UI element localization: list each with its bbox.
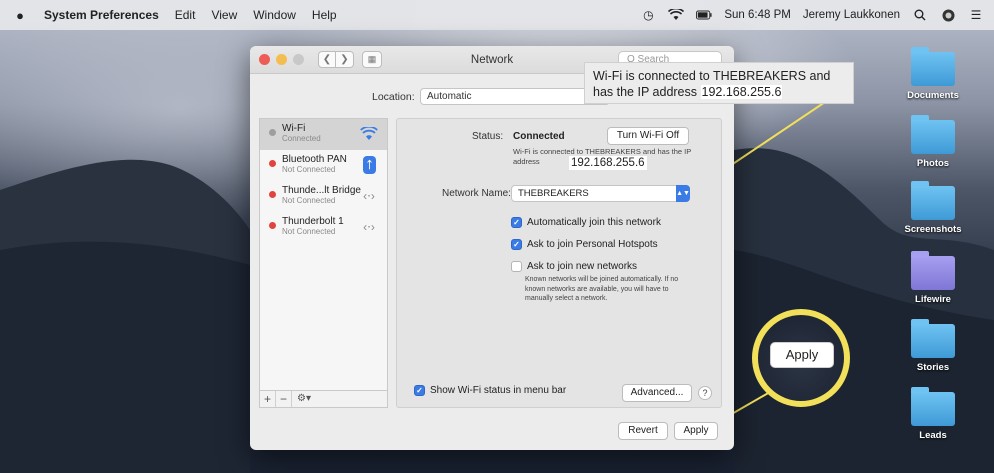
wifi-detail-pane: Status: Connected Turn Wi-Fi Off Wi-Fi i…	[396, 118, 722, 408]
close-button[interactable]	[259, 54, 270, 65]
service-item-thunderbolt-1[interactable]: Thunderbolt 1 Not Connected ‹⋅›	[260, 212, 387, 243]
ask-hotspots-checkbox[interactable]: ✓ Ask to join Personal Hotspots	[511, 239, 658, 250]
service-item-thunderbolt-bridge[interactable]: Thunde...lt Bridge Not Connected ‹⋅›	[260, 181, 387, 212]
window-controls	[259, 54, 304, 65]
menu-user[interactable]: Jeremy Laukkonen	[803, 9, 900, 21]
status-value: Connected	[513, 131, 565, 142]
status-callout-zoom: Wi-Fi is connected to THEBREAKERS and ha…	[584, 62, 854, 104]
back-chevron-icon[interactable]: ❮	[318, 51, 336, 68]
menu-clock[interactable]: Sun 6:48 PM	[724, 9, 790, 21]
remove-service-button[interactable]: −	[276, 391, 292, 407]
checkmark-icon: ✓	[414, 385, 425, 396]
folder-icon	[911, 115, 955, 154]
status-label: Status:	[472, 131, 504, 142]
ask-new-hint: Known networks will be joined automatica…	[525, 276, 679, 302]
service-item-wifi[interactable]: Wi-Fi Connected	[260, 119, 387, 150]
desktop-folder-photos[interactable]: Photos	[898, 115, 968, 169]
apply-button[interactable]: Apply	[674, 422, 718, 440]
network-name-label: Network Name:	[442, 188, 511, 199]
menu-edit[interactable]: Edit	[175, 8, 196, 22]
wifi-icon[interactable]	[668, 8, 685, 22]
desktop-folder-screenshots[interactable]: Screenshots	[898, 181, 968, 235]
turn-wifi-off-button[interactable]: Turn Wi-Fi Off	[607, 127, 689, 145]
show-all-grid-icon[interactable]: ▦	[362, 51, 382, 68]
ip-address: 192.168.255.6	[569, 156, 647, 170]
time-machine-icon[interactable]: ◷	[640, 8, 656, 22]
nav-buttons: ❮ ❯	[318, 51, 354, 68]
add-service-button[interactable]: +	[260, 391, 276, 407]
bluetooth-icon: ᛏ	[363, 156, 376, 174]
folder-icon	[911, 47, 955, 86]
apply-callout-zoom: Apply	[752, 309, 850, 407]
desktop-folder-lifewire[interactable]: Lifewire	[898, 251, 968, 305]
status-dot	[269, 222, 276, 229]
status-dot	[269, 160, 276, 167]
menu-window[interactable]: Window	[253, 8, 296, 22]
folder-icon	[911, 181, 955, 220]
show-wifi-status-checkbox[interactable]: ✓ Show Wi-Fi status in menu bar	[414, 385, 566, 396]
network-preferences-window: ❮ ❯ ▦ Network Q Search Location: Automat…	[250, 46, 734, 450]
action-gear-icon[interactable]: ⚙▾	[292, 391, 316, 407]
advanced-button[interactable]: Advanced...	[622, 384, 692, 402]
location-select[interactable]: Automatic	[420, 88, 610, 105]
callout-ip-address: 192.168.255.6	[700, 85, 783, 99]
minimize-button[interactable]	[276, 54, 287, 65]
checkmark-icon: ✓	[511, 217, 522, 228]
apply-button-zoom: Apply	[770, 342, 834, 368]
thunderbolt-arrows-icon: ‹⋅›	[363, 189, 375, 203]
revert-button[interactable]: Revert	[618, 422, 668, 440]
status-dot	[269, 129, 276, 136]
location-label: Location:	[372, 91, 415, 103]
desktop-folder-stories[interactable]: Stories	[898, 319, 968, 373]
service-item-bluetooth-pan[interactable]: Bluetooth PAN Not Connected ᛏ	[260, 150, 387, 181]
folder-icon	[911, 387, 955, 426]
battery-icon[interactable]	[696, 8, 712, 22]
thunderbolt-arrows-icon: ‹⋅›	[363, 220, 375, 234]
status-menus: ◷ Sun 6:48 PM Jeremy Laukkonen ☰	[640, 0, 984, 30]
help-button[interactable]: ?	[698, 386, 712, 400]
folder-icon	[911, 319, 955, 358]
notification-center-icon[interactable]: ☰	[968, 8, 984, 22]
menu-help[interactable]: Help	[312, 8, 337, 22]
desktop-folder-leads[interactable]: Leads	[898, 387, 968, 441]
siri-icon[interactable]	[940, 8, 956, 22]
forward-chevron-icon[interactable]: ❯	[336, 51, 354, 68]
auto-join-checkbox[interactable]: ✓ Automatically join this network	[511, 217, 661, 228]
select-arrows-icon: ▲▼	[676, 185, 690, 202]
service-list-toolbar: + − ⚙▾	[259, 390, 388, 408]
wifi-icon	[359, 125, 379, 143]
spotlight-search-icon[interactable]	[912, 8, 928, 22]
apple-menu-icon[interactable]: ●	[6, 8, 34, 23]
network-name-select[interactable]: THEBREAKERS ▲▼	[511, 185, 690, 202]
folder-icon	[911, 251, 955, 290]
status-dot	[269, 191, 276, 198]
menu-app-name[interactable]: System Preferences	[44, 8, 159, 22]
desktop-folder-documents[interactable]: Documents	[898, 47, 968, 101]
service-list: Wi-Fi Connected Bluetooth PAN Not Connec…	[259, 118, 388, 408]
menu-view[interactable]: View	[211, 8, 237, 22]
menu-bar: ● System Preferences Edit View Window He…	[0, 0, 994, 30]
zoom-button[interactable]	[293, 54, 304, 65]
checkmark-icon: ✓	[511, 239, 522, 250]
ask-new-networks-checkbox[interactable]: Ask to join new networks	[511, 261, 637, 272]
